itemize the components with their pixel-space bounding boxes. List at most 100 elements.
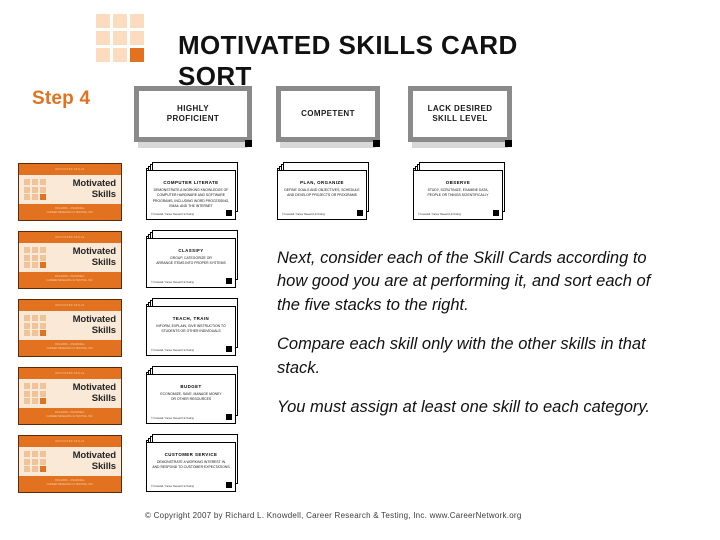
stack-top-card[interactable]: CLASSIFY GROUP, CATEGORIZE OR ARRANGE IT… [146, 238, 236, 288]
stack-top-card[interactable]: CUSTOMER SERVICE DEMONSTRATE A WORKING I… [146, 442, 236, 492]
skill-card-footer: © Knowdell / Career Research & Testing [151, 417, 194, 420]
skill-card-body: DEMONSTRATE A WORKING KNOWLEDGE OF COMPU… [152, 188, 230, 208]
skill-card-body: STUDY, SCRUTINIZE, EXAMINE DATA, PEOPLE … [427, 188, 489, 198]
category-box-lack-desired-skill-level: LACK DESIRED SKILL LEVEL [408, 86, 512, 148]
card-micro-top: MOTIVATED SKILLS [55, 168, 85, 171]
card-title: Motivated Skills [46, 247, 121, 268]
skill-card-body: ECONOMIZE, SAVE, MANAGE MONEY OR OTHER R… [160, 392, 222, 402]
stack-top-card[interactable]: COMPUTER LITERATE DEMONSTRATE A WORKING … [146, 170, 236, 220]
logo-cell [96, 14, 110, 28]
page-title: MOTIVATED SKILLS CARD SORT [178, 30, 518, 91]
skill-card-stack[interactable]: PLAN, ORGANIZE DEFINE GOALS AND OBJECTIV… [277, 160, 369, 220]
skill-card-stack[interactable]: COMPUTER LITERATE DEMONSTRATE A WORKING … [146, 160, 238, 220]
skill-card-corner-marker [226, 482, 232, 488]
skill-card-body: DEFINE GOALS AND OBJECTIVES, SCHEDULE AN… [284, 188, 360, 198]
category-box-row: HIGHLY PROFICIENT COMPETENT LACK DESIRED… [134, 86, 554, 148]
category-screen: COMPETENT [281, 91, 375, 137]
logo-cell [113, 48, 127, 62]
card-title-line2: Skills [91, 256, 116, 268]
motivated-skills-card[interactable]: MOTIVATED SKILLS Motivated Skills RICHAR… [18, 231, 122, 289]
skill-card-body: GROUP, CATEGORIZE OR ARRANGE ITEMS INTO … [156, 256, 226, 266]
category-screen: LACK DESIRED SKILL LEVEL [413, 91, 507, 137]
skill-card-stack[interactable]: CUSTOMER SERVICE DEMONSTRATE A WORKING I… [146, 432, 238, 492]
skill-card-footer: © Knowdell / Career Research & Testing [151, 485, 194, 488]
category-stand [412, 142, 508, 148]
card-logo-grid [24, 179, 46, 200]
copyright-notice: © Copyright 2007 by Richard L. Knowdell,… [145, 511, 522, 520]
category-label: LACK DESIRED SKILL LEVEL [427, 103, 493, 123]
skill-card-title: BUDGET [180, 384, 202, 389]
card-micro-bottom: RICHARD L. KNOWDELL CAREER RESEARCH & TE… [46, 411, 94, 419]
motivated-skills-card[interactable]: MOTIVATED SKILLS Motivated Skills RICHAR… [18, 435, 122, 493]
instruction-paragraph: You must assign at least one skill to ea… [277, 398, 650, 417]
category-box-highly-proficient: HIGHLY PROFICIENT [134, 86, 252, 148]
skill-card-corner-marker [226, 278, 232, 284]
card-micro-bottom: RICHARD L. KNOWDELL CAREER RESEARCH & TE… [46, 207, 94, 215]
instructions-block: Next, consider each of the Skill Cards a… [277, 247, 659, 420]
stack-top-card[interactable]: TEACH, TRAIN INFORM, EXPLAIN, GIVE INSTR… [146, 306, 236, 356]
card-logo-grid [24, 247, 46, 268]
logo-cell [96, 31, 110, 45]
skill-card-corner-marker [226, 210, 232, 216]
skill-card-footer: © Knowdell / Career Research & Testing [282, 213, 325, 216]
skill-card-stack[interactable]: TEACH, TRAIN INFORM, EXPLAIN, GIVE INSTR… [146, 296, 238, 356]
card-micro-top: MOTIVATED SKILLS [55, 304, 85, 307]
skill-card-footer: © Knowdell / Career Research & Testing [418, 213, 461, 216]
card-title-line2: Skills [91, 324, 116, 336]
step-label: Step 4 [32, 88, 91, 109]
motivated-skills-card-column: MOTIVATED SKILLS Motivated Skills RICHAR… [18, 163, 122, 503]
category-stand [138, 142, 248, 148]
skill-card-footer: © Knowdell / Career Research & Testing [151, 281, 194, 284]
stack-top-card[interactable]: BUDGET ECONOMIZE, SAVE, MANAGE MONEY OR … [146, 374, 236, 424]
motivated-skills-card[interactable]: MOTIVATED SKILLS Motivated Skills RICHAR… [18, 163, 122, 221]
logo-cell [130, 14, 144, 28]
skill-card-corner-marker [357, 210, 363, 216]
logo-cell-accent [130, 48, 144, 62]
instruction-paragraph: Next, consider each of the Skill Cards a… [277, 249, 651, 314]
motivated-skills-card[interactable]: MOTIVATED SKILLS Motivated Skills RICHAR… [18, 367, 122, 425]
stack-top-card[interactable]: OBSERVE STUDY, SCRUTINIZE, EXAMINE DATA,… [413, 170, 503, 220]
card-title: Motivated Skills [46, 451, 121, 472]
logo-cell [96, 48, 110, 62]
card-title-line2: Skills [91, 460, 116, 472]
card-title-line2: Skills [91, 188, 116, 200]
skill-card-stack[interactable]: OBSERVE STUDY, SCRUTINIZE, EXAMINE DATA,… [413, 160, 505, 220]
skill-card-corner-marker [226, 346, 232, 352]
category-corner-marker [505, 140, 512, 147]
card-micro-top: MOTIVATED SKILLS [55, 440, 85, 443]
skill-card-footer: © Knowdell / Career Research & Testing [151, 349, 194, 352]
category-corner-marker [245, 140, 252, 147]
skill-card-stack[interactable]: BUDGET ECONOMIZE, SAVE, MANAGE MONEY OR … [146, 364, 238, 424]
card-micro-top: MOTIVATED SKILLS [55, 236, 85, 239]
skill-card-title: CLASSIFY [178, 248, 204, 253]
category-stand [280, 142, 376, 148]
card-micro-bottom: RICHARD L. KNOWDELL CAREER RESEARCH & TE… [46, 343, 94, 351]
category-corner-marker [373, 140, 380, 147]
category-label: COMPETENT [301, 108, 355, 118]
card-title-line2: Skills [91, 392, 116, 404]
card-micro-bottom: RICHARD L. KNOWDELL CAREER RESEARCH & TE… [46, 275, 94, 283]
category-screen: HIGHLY PROFICIENT [139, 91, 247, 137]
category-box-competent: COMPETENT [276, 86, 380, 148]
skill-card-title: CUSTOMER SERVICE [164, 452, 218, 457]
card-band: Motivated Skills [19, 447, 121, 476]
card-band: Motivated Skills [19, 379, 121, 408]
skill-card-title: COMPUTER LITERATE [163, 180, 219, 185]
motivated-skills-card[interactable]: MOTIVATED SKILLS Motivated Skills RICHAR… [18, 299, 122, 357]
logo-cell [113, 14, 127, 28]
brand-logo-grid [96, 14, 144, 62]
card-band: Motivated Skills [19, 243, 121, 272]
logo-cell [130, 31, 144, 45]
card-logo-grid [24, 383, 46, 404]
skill-card-title: PLAN, ORGANIZE [300, 180, 344, 185]
skill-card-title: TEACH, TRAIN [172, 316, 210, 321]
card-logo-grid [24, 315, 46, 336]
card-micro-top: MOTIVATED SKILLS [55, 372, 85, 375]
card-title: Motivated Skills [46, 383, 121, 404]
card-band: Motivated Skills [19, 311, 121, 340]
stack-top-card[interactable]: PLAN, ORGANIZE DEFINE GOALS AND OBJECTIV… [277, 170, 367, 220]
skill-card-corner-marker [493, 210, 499, 216]
skill-card-stack[interactable]: CLASSIFY GROUP, CATEGORIZE OR ARRANGE IT… [146, 228, 238, 288]
card-title: Motivated Skills [46, 315, 121, 336]
category-label: HIGHLY PROFICIENT [166, 103, 220, 123]
